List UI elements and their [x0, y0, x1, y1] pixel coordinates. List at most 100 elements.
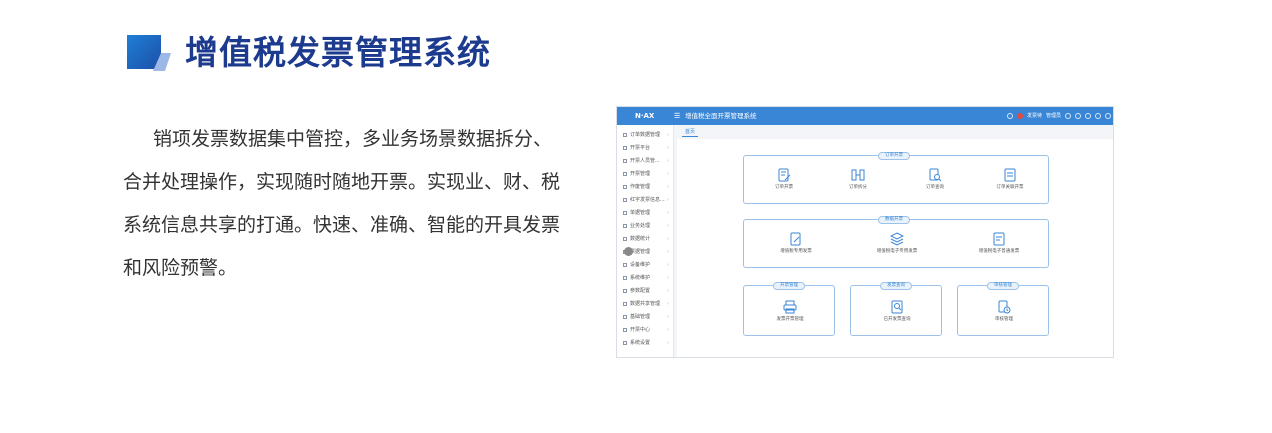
chevron-right-icon: ›	[667, 327, 669, 333]
feature-issued-invoice-query[interactable]: 已开发票查询	[867, 300, 927, 323]
menu-item-icon	[623, 184, 627, 189]
menu-item-icon	[623, 327, 627, 332]
sidebar-item[interactable]: 开票人员管... ›	[617, 155, 674, 167]
sidebar-item[interactable]: 参数配置 ›	[617, 285, 674, 297]
sidebar-item[interactable]: 设备维护 ›	[617, 259, 674, 271]
feature-label: 订单拆分	[849, 185, 867, 190]
feature-label: 订单查询	[926, 185, 944, 190]
chevron-right-icon: ›	[667, 223, 669, 229]
feature-e-normal-invoice[interactable]: 增值税电子普通发票	[969, 232, 1029, 255]
sidebar-item-label: 设备维护	[630, 262, 651, 268]
sidebar-item[interactable]: 业务处理 ›	[617, 220, 674, 232]
sidebar-item-label: 作废管理	[630, 184, 651, 190]
panel-invoice-management: 开票管理 发票开票管理	[743, 282, 835, 336]
app-logo: N·AX	[635, 112, 655, 120]
sidebar-item[interactable]: 开票中心 ›	[617, 324, 674, 336]
help-icon[interactable]	[1085, 113, 1091, 119]
lock-icon[interactable]	[1075, 113, 1081, 119]
feature-label: 已开发票查询	[883, 317, 911, 322]
panel-order-invoicing: 订单开票 订单开票 订单拆分 订单查询 订单关联开票	[743, 152, 1049, 204]
feature-order-link[interactable]: 订单关联开票	[980, 168, 1040, 191]
document-search-icon	[891, 300, 903, 314]
main-area: 首页 订单开票 订单开票 订单拆分 订单查询 订单关联开票 数据开票 增值税专用…	[676, 125, 1113, 357]
logout-icon[interactable]	[1105, 113, 1111, 119]
sidebar-item[interactable]: 系统设置 ›	[617, 337, 674, 349]
chevron-right-icon: ›	[667, 132, 669, 138]
sidebar-item-label: 开票人员管...	[630, 158, 660, 164]
sidebar-item[interactable]: 红字发票信息... ›	[617, 194, 674, 206]
search-icon[interactable]	[1006, 113, 1013, 119]
document-list-icon	[1004, 168, 1016, 182]
feature-invoice-management[interactable]: 发票开票管理	[760, 300, 820, 323]
topbar-notice[interactable]: 发票待	[1027, 110, 1042, 122]
notification-badge[interactable]	[1016, 113, 1023, 119]
user-name[interactable]: 管理员	[1046, 110, 1061, 122]
settings-icon[interactable]	[1065, 113, 1071, 119]
sidebar-item[interactable]: 系统维护 ›	[617, 272, 674, 284]
sidebar-item-label: 开票中心	[630, 327, 651, 333]
sidebar-item[interactable]: 作废管理 ›	[617, 181, 674, 193]
sidebar-item-label: 数据共享管理	[630, 301, 661, 307]
feature-label: 订单开票	[775, 185, 793, 190]
panel-data-invoicing: 数据开票 增值税专用发票 增值税电子专用发票 增值税电子普通发票	[743, 216, 1049, 268]
menu-item-icon	[623, 171, 627, 176]
chevron-right-icon: ›	[667, 249, 669, 255]
panel-tag: 发票查询	[880, 282, 912, 290]
menu-item-icon	[623, 132, 627, 137]
menu-item-icon	[623, 223, 627, 228]
sidebar-item-label: 参数配置	[630, 288, 651, 294]
split-icon	[851, 169, 865, 181]
sidebar-item[interactable]: 单据管理 ›	[617, 207, 674, 219]
document-search-icon	[929, 168, 942, 182]
chevron-right-icon: ›	[667, 340, 669, 346]
chevron-right-icon: ›	[667, 158, 669, 164]
panel-tag: 开票管理	[773, 282, 805, 290]
feature-review-management[interactable]: 审核管理	[974, 300, 1034, 323]
document-clock-icon	[998, 300, 1011, 314]
sidebar-item-label: 订单数据管理	[630, 132, 661, 138]
chevron-right-icon: ›	[667, 197, 669, 203]
panel-review-management: 审核管理 审核管理	[957, 282, 1049, 336]
feature-special-invoice[interactable]: 增值税专用发票	[766, 232, 826, 255]
feature-label: 审核管理	[995, 317, 1013, 322]
chevron-right-icon: ›	[667, 145, 669, 151]
feature-e-special-invoice[interactable]: 增值税电子专用发票	[867, 232, 927, 255]
sidebar-item[interactable]: 开票平台 ›	[617, 142, 674, 154]
feature-label: 增值税电子专用发票	[876, 249, 918, 254]
menu-item-icon	[623, 262, 627, 267]
chevron-right-icon: ›	[667, 262, 669, 268]
cursor-badge	[624, 247, 633, 256]
logo-mark-icon	[127, 35, 171, 71]
layers-icon	[890, 232, 904, 246]
menu-icon[interactable]: ☰	[674, 112, 680, 120]
sidebar-item[interactable]: 开票管理 ›	[617, 168, 674, 180]
feature-label: 增值税专用发票	[780, 249, 812, 254]
app-title: 增值税全面开票管理系统	[685, 112, 757, 120]
chevron-right-icon: ›	[667, 171, 669, 177]
description-text: 销项发票数据集中管控，多业务场景数据拆分、合并处理操作，实现随时随地开票。实现业…	[123, 128, 561, 279]
feature-order-split[interactable]: 订单拆分	[828, 168, 888, 191]
document-pen-icon	[790, 232, 801, 246]
page-title: 增值税发票管理系统	[185, 33, 491, 72]
sidebar-item-label: 系统设置	[630, 340, 651, 346]
menu-item-icon	[623, 288, 627, 293]
feature-order-query[interactable]: 订单查询	[905, 168, 965, 191]
menu-item-icon	[623, 197, 627, 202]
sidebar-item[interactable]: 基础管理 ›	[617, 311, 674, 323]
panel-invoice-query: 发票查询 已开发票查询	[850, 282, 942, 336]
chevron-right-icon: ›	[667, 236, 669, 242]
feature-order-invoice[interactable]: 订单开票	[754, 168, 814, 191]
feature-label: 订单关联开票	[996, 185, 1024, 190]
sidebar-item[interactable]: 订单数据管理 ›	[617, 129, 674, 141]
tab-home[interactable]: 首页	[682, 128, 699, 137]
sidebar-item[interactable]: 数据统计 ›	[617, 233, 674, 245]
sidebar-item[interactable]: 数据共享管理 ›	[617, 298, 674, 310]
chevron-right-icon: ›	[667, 301, 669, 307]
app-topbar: N·AX ☰ 增值税全面开票管理系统 发票待 管理员	[617, 107, 1113, 125]
menu-item-icon	[623, 314, 627, 319]
sidebar-item-label: 开票管理	[630, 171, 651, 177]
panel-tag: 订单开票	[878, 152, 910, 160]
chevron-right-icon: ›	[667, 314, 669, 320]
message-icon[interactable]	[1095, 113, 1101, 119]
topbar-right: 发票待 管理员	[1006, 110, 1111, 122]
